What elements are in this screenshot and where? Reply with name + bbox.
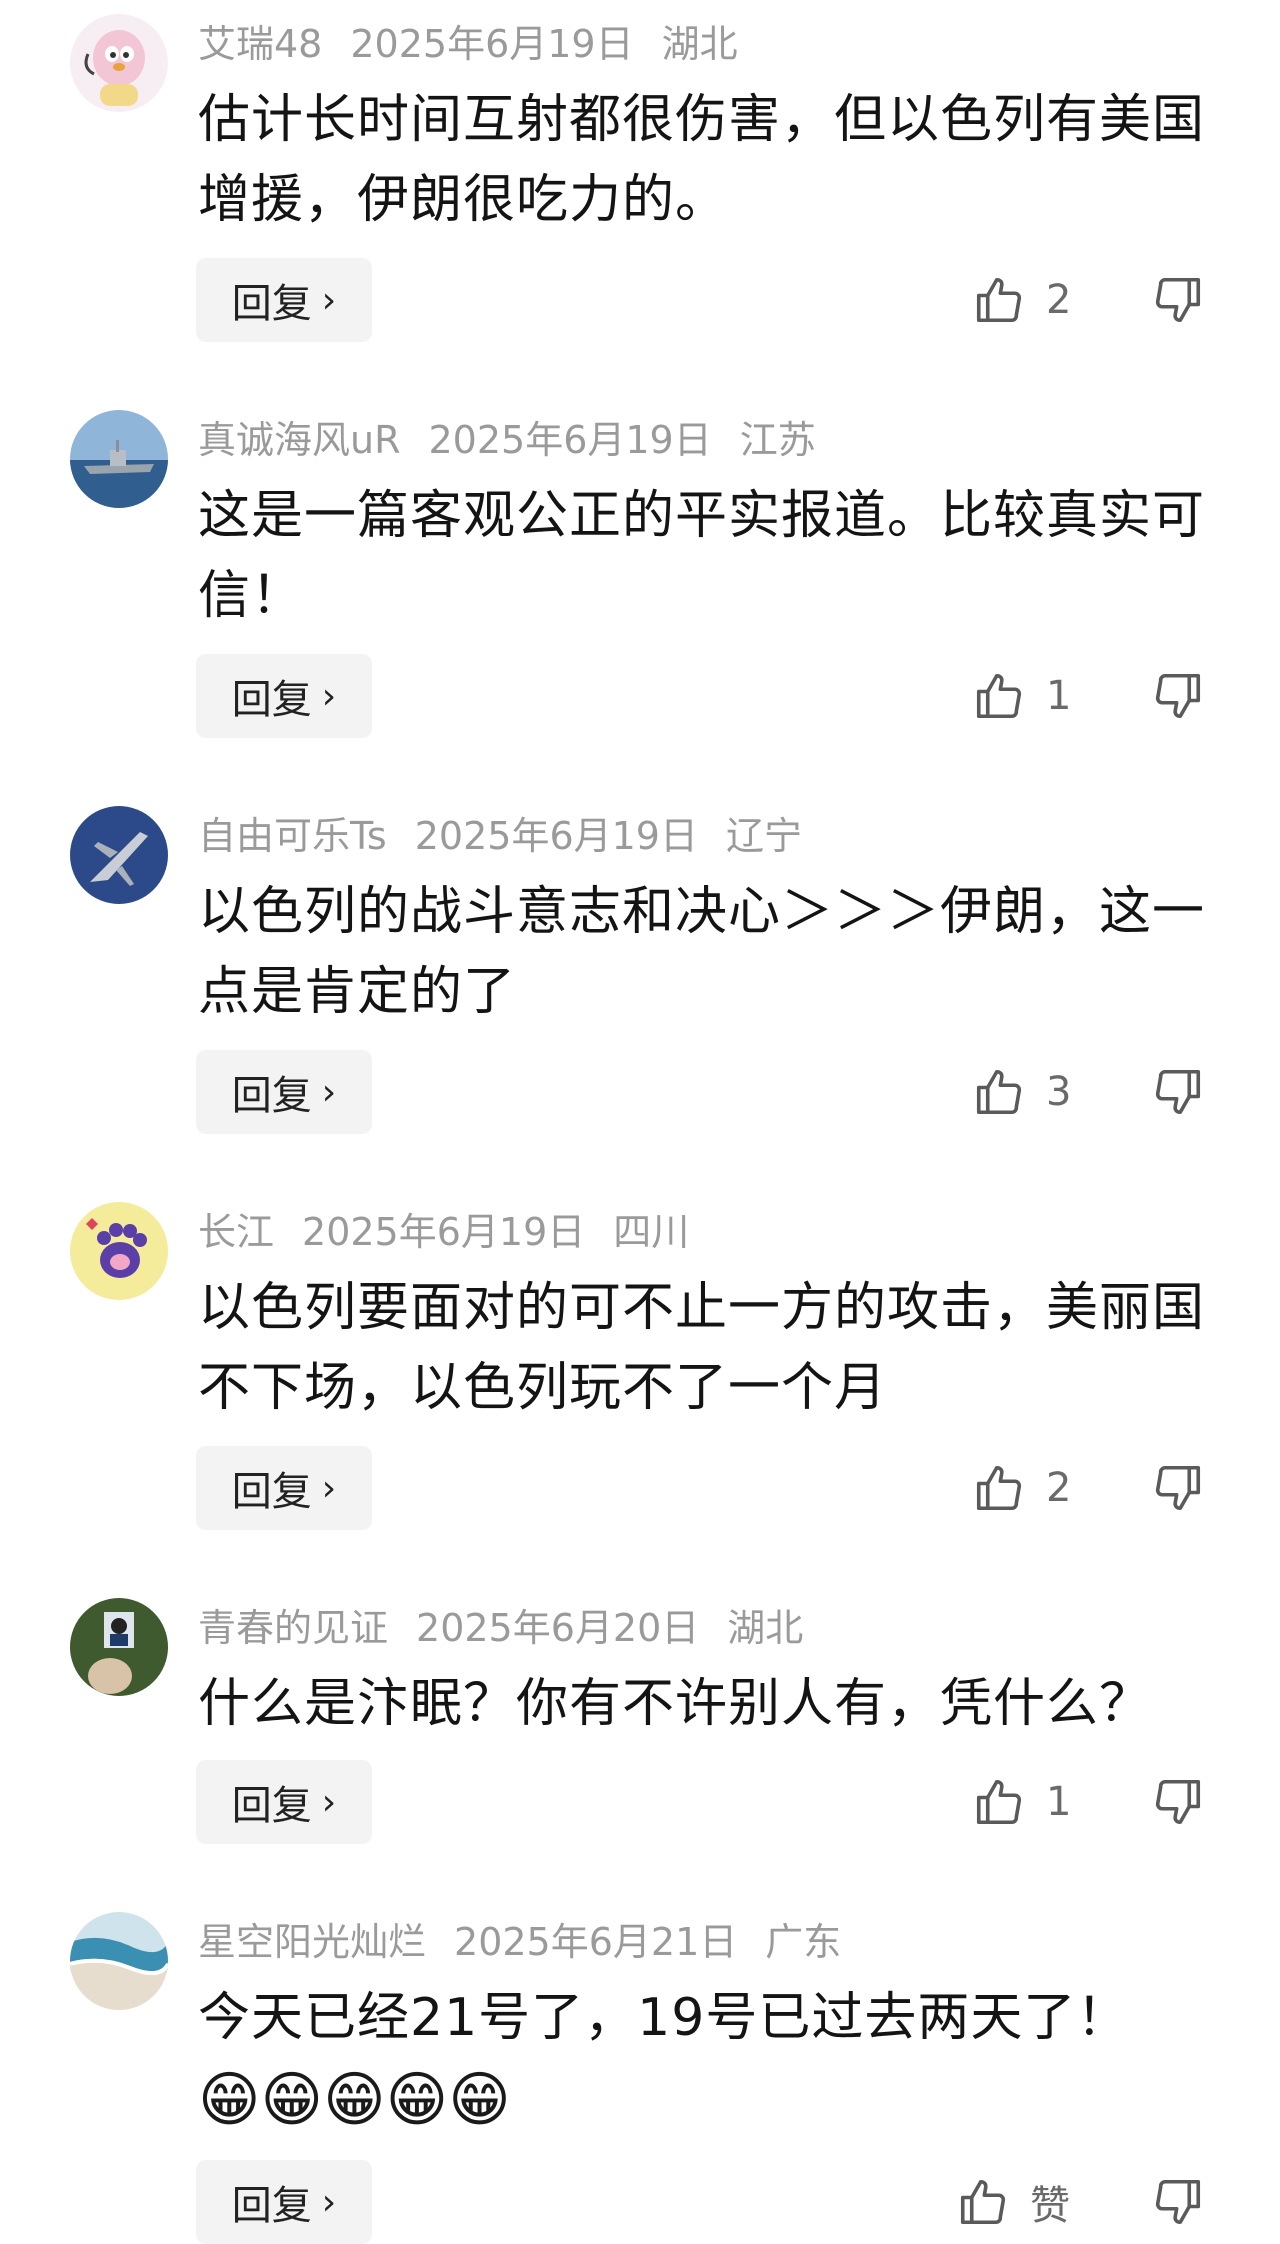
chevron-right-icon: ›: [321, 279, 337, 321]
username[interactable]: 艾瑞48: [198, 22, 322, 66]
chevron-right-icon: ›: [321, 675, 337, 717]
comment-text: 这是一篇客观公正的平实报道。比较真实可信！: [198, 486, 1206, 626]
comment-date: 2025年6月19日: [428, 418, 712, 462]
username[interactable]: 真诚海风uR: [198, 418, 401, 462]
comment-meta: 真诚海风uR 2025年6月19日 江苏: [198, 416, 844, 464]
user-avatar[interactable]: [70, 806, 168, 904]
comment-text: 估计长时间互射都很伤害，但以色列有美国增援，伊朗很吃力的。: [198, 90, 1206, 230]
like-count: 1: [1046, 1779, 1072, 1825]
comment-date: 2025年6月21日: [454, 1920, 738, 1964]
like-button[interactable]: 2: [972, 1446, 1071, 1530]
thumbs-down-icon: [1155, 673, 1201, 719]
dislike-button[interactable]: [1148, 1050, 1208, 1134]
reply-label: 回复: [231, 677, 312, 723]
user-avatar[interactable]: [70, 14, 168, 112]
thumbs-up-icon: [976, 277, 1022, 323]
like-count: 赞: [1030, 2183, 1070, 2229]
reply-button[interactable]: 回复 ›: [196, 654, 372, 738]
thumbs-up-icon: [976, 673, 1022, 719]
like-button[interactable]: 1: [972, 1760, 1071, 1844]
like-count: 2: [1046, 277, 1072, 323]
thumbs-up-icon: [960, 2179, 1006, 2225]
user-avatar[interactable]: [70, 410, 168, 508]
dislike-button[interactable]: [1148, 2160, 1208, 2244]
reply-button[interactable]: 回复 ›: [196, 258, 372, 342]
chevron-right-icon: ›: [321, 2181, 337, 2223]
reply-button[interactable]: 回复 ›: [196, 1760, 372, 1844]
comment-text: 以色列要面对的可不止一方的攻击，美丽国不下场，以色列玩不了一个月: [198, 1278, 1206, 1418]
reply-label: 回复: [231, 1469, 312, 1515]
emoji-row: 😁😁😁😁😁: [198, 2060, 511, 2140]
reply-label: 回复: [231, 2183, 312, 2229]
thumbs-down-icon: [1155, 1465, 1201, 1511]
like-count: 3: [1046, 1069, 1072, 1115]
thumbs-up-icon: [976, 1779, 1022, 1825]
comment-date: 2025年6月20日: [416, 1606, 700, 1650]
comment-date: 2025年6月19日: [302, 1210, 586, 1254]
like-button[interactable]: 2: [972, 258, 1071, 342]
like-button[interactable]: 3: [972, 1050, 1071, 1134]
reply-button[interactable]: 回复 ›: [196, 1050, 372, 1134]
chevron-right-icon: ›: [321, 1071, 337, 1113]
comment-location: 辽宁: [725, 814, 802, 858]
comment-location: 江苏: [739, 418, 816, 462]
thumbs-up-icon: [976, 1069, 1022, 1115]
username[interactable]: 自由可乐Ts: [198, 814, 387, 858]
thumbs-down-icon: [1155, 1779, 1201, 1825]
username[interactable]: 星空阳光灿烂: [198, 1920, 426, 1964]
comment-meta: 星空阳光灿烂 2025年6月21日 广东: [198, 1918, 869, 1966]
username[interactable]: 长江: [198, 1210, 274, 1254]
comment-meta: 长江 2025年6月19日 四川: [198, 1208, 717, 1256]
user-avatar[interactable]: [70, 1202, 168, 1300]
grinning-emoji: 😁😁😁😁😁: [198, 2065, 511, 2135]
reply-label: 回复: [231, 1073, 312, 1119]
thumbs-down-icon: [1155, 1069, 1201, 1115]
comment-date: 2025年6月19日: [414, 814, 698, 858]
comment-location: 湖北: [661, 22, 738, 66]
like-count: 2: [1046, 1465, 1072, 1511]
comment-location: 湖北: [727, 1606, 804, 1650]
dislike-button[interactable]: [1148, 1446, 1208, 1530]
comment-text: 以色列的战斗意志和决心＞＞＞伊朗，这一点是肯定的了: [198, 882, 1206, 1022]
reply-label: 回复: [231, 281, 312, 327]
comment-meta: 艾瑞48 2025年6月19日 湖北: [198, 20, 766, 68]
dislike-button[interactable]: [1148, 1760, 1208, 1844]
user-avatar[interactable]: [70, 1598, 168, 1696]
dislike-button[interactable]: [1148, 258, 1208, 342]
thumbs-down-icon: [1155, 2179, 1201, 2225]
chevron-right-icon: ›: [321, 1467, 337, 1509]
comment-text: 今天已经21号了，19号已过去两天了！: [198, 1988, 1130, 2048]
reply-label: 回复: [231, 1783, 312, 1829]
comment-text: 什么是汴眠？你有不许别人有，凭什么？: [198, 1674, 1153, 1734]
comment-location: 四川: [613, 1210, 690, 1254]
comment-meta: 自由可乐Ts 2025年6月19日 辽宁: [198, 812, 830, 860]
reply-button[interactable]: 回复 ›: [196, 2160, 372, 2244]
chevron-right-icon: ›: [321, 1781, 337, 1823]
comment-location: 广东: [765, 1920, 842, 1964]
like-button[interactable]: 1: [972, 654, 1071, 738]
like-count: 1: [1046, 673, 1072, 719]
dislike-button[interactable]: [1148, 654, 1208, 738]
comment-meta: 青春的见证 2025年6月20日 湖北: [198, 1604, 831, 1652]
user-avatar[interactable]: [70, 1912, 168, 2010]
thumbs-down-icon: [1155, 277, 1201, 323]
like-button[interactable]: 赞: [956, 2160, 1070, 2244]
comment-date: 2025年6月19日: [350, 22, 634, 66]
thumbs-up-icon: [976, 1465, 1022, 1511]
reply-button[interactable]: 回复 ›: [196, 1446, 372, 1530]
username[interactable]: 青春的见证: [198, 1606, 388, 1650]
